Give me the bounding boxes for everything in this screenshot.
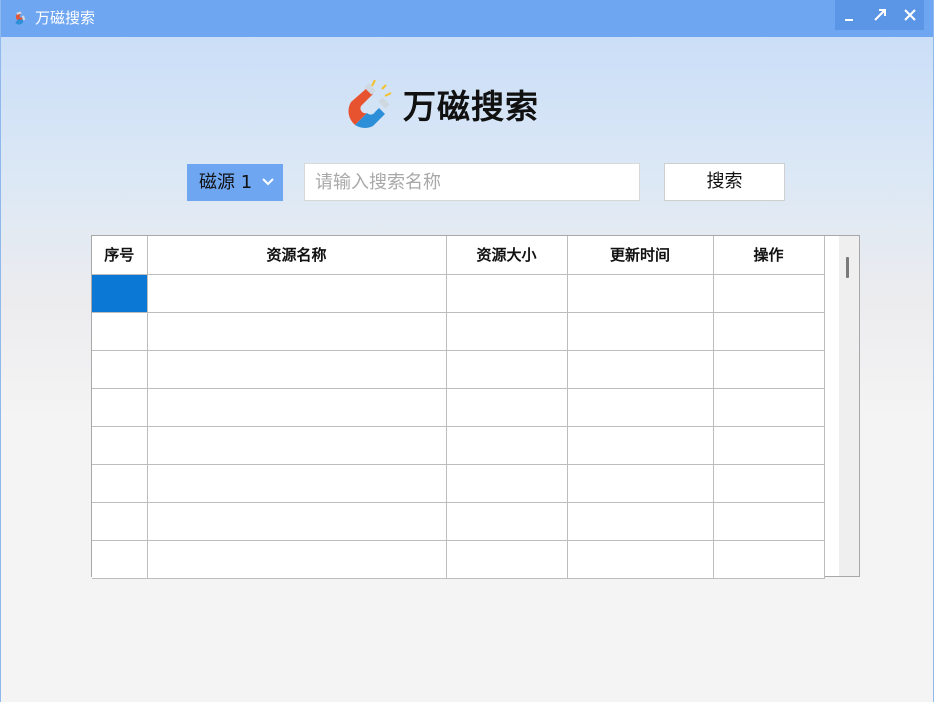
magnet-icon xyxy=(15,11,26,25)
table-cell[interactable] xyxy=(446,274,568,313)
table-cell[interactable] xyxy=(713,502,825,541)
table-cell[interactable] xyxy=(446,388,568,427)
table-cell[interactable] xyxy=(92,388,148,427)
table-cell[interactable] xyxy=(446,464,568,503)
table-cell[interactable] xyxy=(567,426,714,465)
window-controls xyxy=(835,0,924,30)
table-cell[interactable] xyxy=(446,502,568,541)
table-row[interactable] xyxy=(92,312,825,351)
table-cell[interactable] xyxy=(713,464,825,503)
search-input[interactable] xyxy=(304,163,640,201)
source-selected-value: 磁源 1 xyxy=(199,172,253,193)
table-cell[interactable] xyxy=(92,464,148,503)
search-button[interactable]: 搜索 xyxy=(664,163,785,201)
table-cell[interactable] xyxy=(567,464,714,503)
magnet-logo-icon xyxy=(348,80,392,128)
table-cell[interactable] xyxy=(713,540,825,579)
maximize-icon xyxy=(874,9,886,21)
table-cell[interactable] xyxy=(147,502,447,541)
table-cell[interactable] xyxy=(446,540,568,579)
table-cell[interactable] xyxy=(713,350,825,389)
column-header-updated[interactable]: 更新时间 xyxy=(567,236,714,275)
column-header-size[interactable]: 资源大小 xyxy=(446,236,568,275)
maximize-button[interactable] xyxy=(865,0,894,30)
table-row[interactable] xyxy=(92,502,825,541)
table-cell[interactable] xyxy=(92,426,148,465)
table-row[interactable] xyxy=(92,388,825,427)
table-cell[interactable] xyxy=(713,388,825,427)
close-button[interactable] xyxy=(895,0,924,30)
table-cell[interactable] xyxy=(92,274,148,313)
table-cell[interactable] xyxy=(446,426,568,465)
table-row[interactable] xyxy=(92,540,825,579)
scrollbar-thumb[interactable] xyxy=(846,257,849,278)
page-title: 万磁搜索 xyxy=(403,87,539,126)
table-cell[interactable] xyxy=(147,312,447,351)
window-title: 万磁搜索 xyxy=(35,9,96,27)
table-cell[interactable] xyxy=(567,312,714,351)
table-cell[interactable] xyxy=(147,464,447,503)
table-row[interactable] xyxy=(92,426,825,465)
table-cell[interactable] xyxy=(567,350,714,389)
table-cell[interactable] xyxy=(713,274,825,313)
table-cell[interactable] xyxy=(446,350,568,389)
column-header-index[interactable]: 序号 xyxy=(92,236,148,275)
close-icon xyxy=(904,9,916,21)
title-bar[interactable]: 万磁搜索 xyxy=(1,0,933,37)
table-cell[interactable] xyxy=(147,540,447,579)
table-cell[interactable] xyxy=(92,502,148,541)
table-cell[interactable] xyxy=(92,350,148,389)
table-cell[interactable] xyxy=(567,388,714,427)
vertical-scrollbar[interactable] xyxy=(839,236,859,576)
table-cell[interactable] xyxy=(713,312,825,351)
column-header-actions[interactable]: 操作 xyxy=(713,236,825,275)
table-cell[interactable] xyxy=(147,426,447,465)
table-cell[interactable] xyxy=(147,388,447,427)
table-cell[interactable] xyxy=(567,274,714,313)
table-cell[interactable] xyxy=(567,502,714,541)
table-header-row: 序号 资源名称 资源大小 更新时间 操作 xyxy=(92,236,825,275)
table-row[interactable] xyxy=(92,464,825,503)
app-window: 万磁搜索 万磁搜索 磁源 1 请输入搜索名称 搜索 序号 资源名称 资源大小 更… xyxy=(0,0,934,702)
minimize-button[interactable] xyxy=(835,0,864,30)
table-cell[interactable] xyxy=(713,426,825,465)
source-dropdown[interactable]: 磁源 1 xyxy=(187,164,283,201)
table-cell[interactable] xyxy=(147,350,447,389)
table-cell[interactable] xyxy=(92,312,148,351)
table-cell[interactable] xyxy=(446,312,568,351)
table-row[interactable] xyxy=(92,274,825,313)
minimize-icon xyxy=(845,19,853,21)
table-cell[interactable] xyxy=(92,540,148,579)
chevron-down-icon xyxy=(262,178,274,186)
table-cell[interactable] xyxy=(567,540,714,579)
results-table: 序号 资源名称 资源大小 更新时间 操作 xyxy=(91,235,860,579)
table-row[interactable] xyxy=(92,350,825,389)
table-cell[interactable] xyxy=(147,274,447,313)
column-header-name[interactable]: 资源名称 xyxy=(147,236,447,275)
